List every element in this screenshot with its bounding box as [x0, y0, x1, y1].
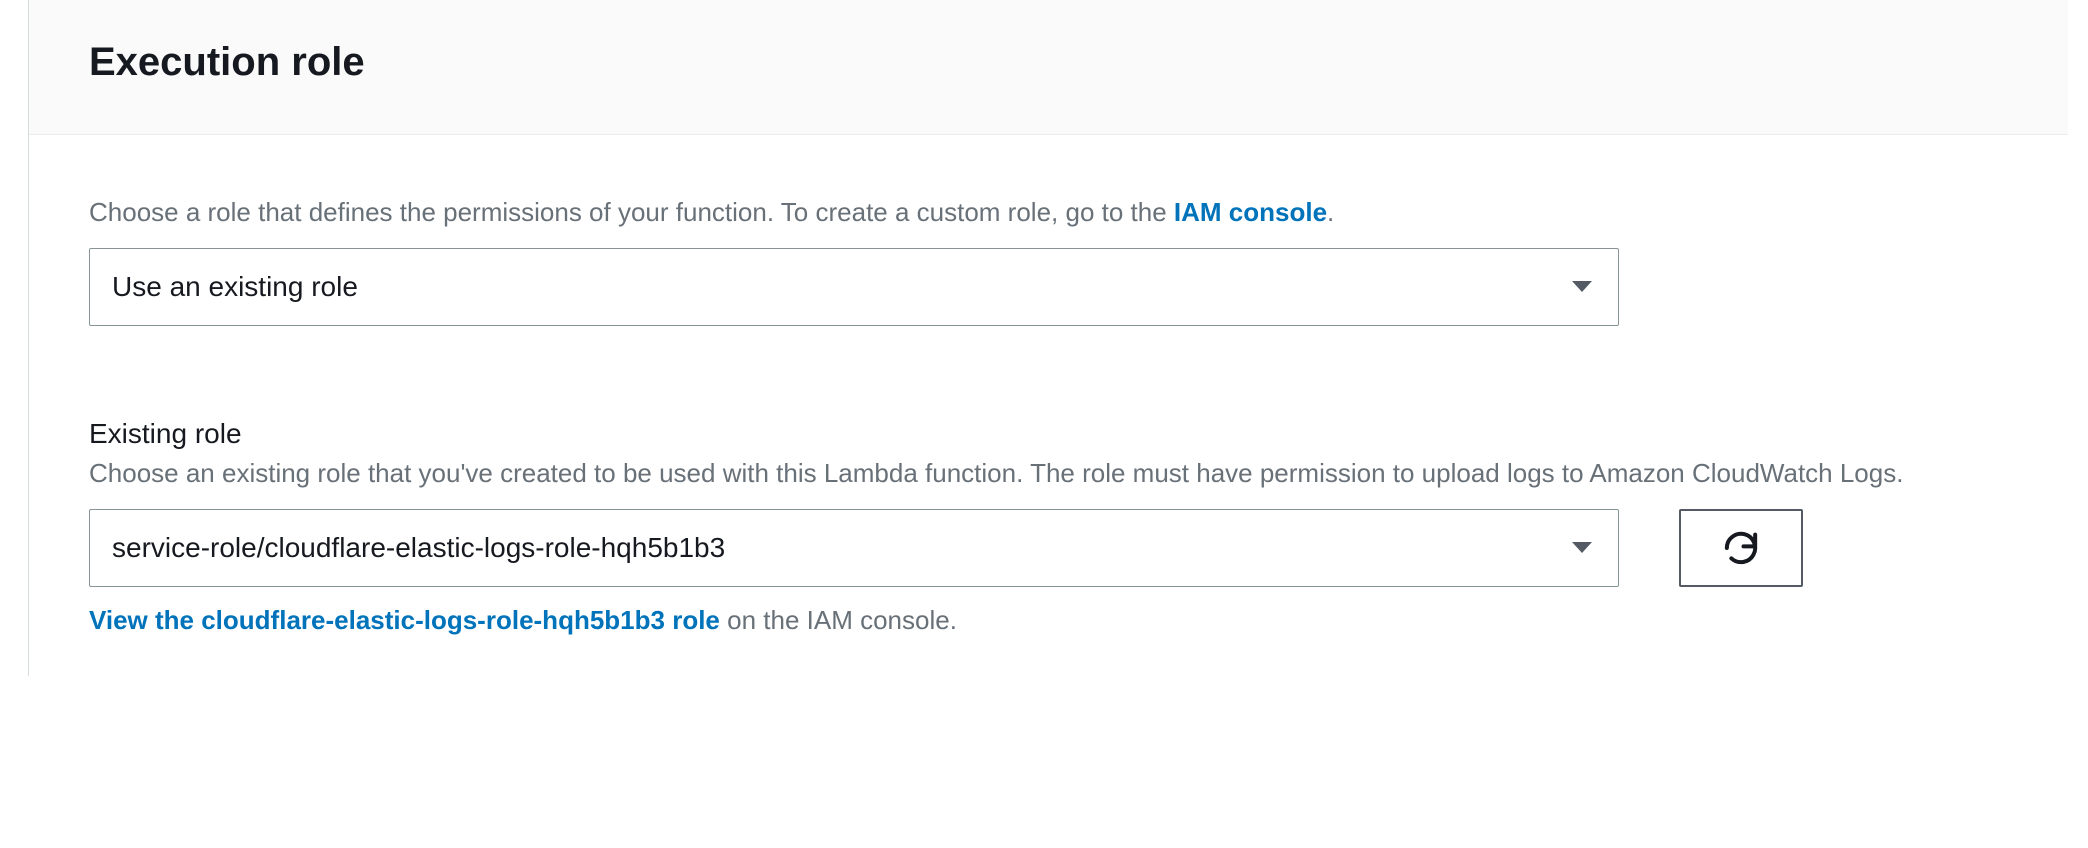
role-choice-select-wrap: Use an existing role [89, 248, 1619, 326]
spacer [89, 326, 2008, 418]
role-choice-select[interactable]: Use an existing role [89, 248, 1619, 326]
iam-console-link[interactable]: IAM console [1174, 197, 1327, 227]
panel-title: Execution role [89, 38, 2008, 86]
existing-role-select[interactable]: service-role/cloudflare-elastic-logs-rol… [89, 509, 1619, 587]
panel-body: Choose a role that defines the permissio… [29, 135, 2068, 676]
execution-role-panel: Execution role Choose a role that define… [28, 0, 2068, 676]
role-choice-selected-value: Use an existing role [112, 271, 358, 303]
existing-role-selected-value: service-role/cloudflare-elastic-logs-rol… [112, 532, 725, 564]
caret-down-icon [1571, 541, 1593, 555]
panel-header: Execution role [29, 0, 2068, 135]
existing-role-row: service-role/cloudflare-elastic-logs-rol… [89, 509, 2008, 587]
role-choice-helper: Choose a role that defines the permissio… [89, 195, 2008, 230]
existing-role-help: Choose an existing role that you've crea… [89, 456, 1969, 491]
role-choice-helper-prefix: Choose a role that defines the permissio… [89, 197, 1174, 227]
existing-role-label: Existing role [89, 418, 2008, 450]
view-role-link[interactable]: View the cloudflare-elastic-logs-role-hq… [89, 605, 720, 635]
view-role-suffix: on the IAM console. [720, 605, 957, 635]
caret-down-icon [1571, 280, 1593, 294]
refresh-button[interactable] [1679, 509, 1803, 587]
existing-role-select-wrap: service-role/cloudflare-elastic-logs-rol… [89, 509, 1619, 587]
role-choice-helper-suffix: . [1327, 197, 1334, 227]
existing-role-view-row: View the cloudflare-elastic-logs-role-hq… [89, 605, 2008, 636]
refresh-icon [1721, 528, 1761, 568]
